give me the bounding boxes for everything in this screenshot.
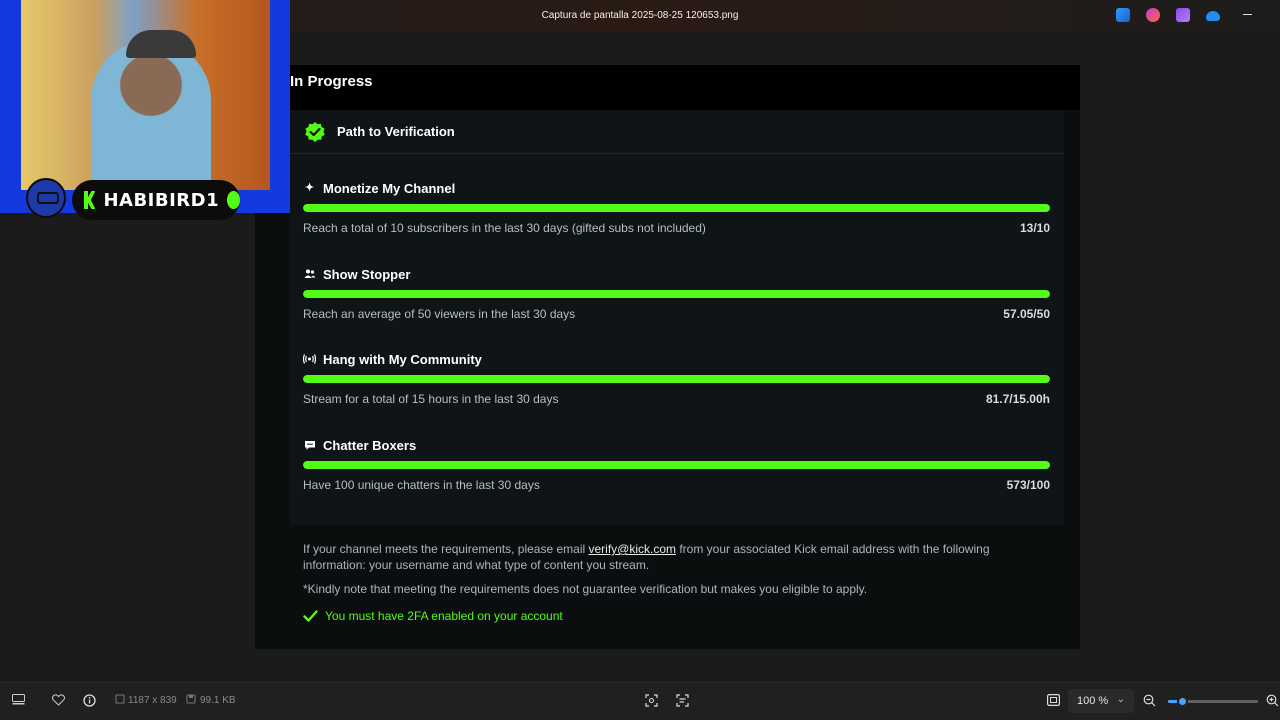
disclaimer-note: *Kindly note that meeting the requiremen… [303,582,868,596]
zoom-slider[interactable] [1168,696,1258,707]
zoom-level-dropdown[interactable]: 100 % ⌄ [1068,689,1134,713]
sparkle-icon: ✦ [304,181,315,194]
kick-logo-icon [84,191,96,209]
filmstrip-icon[interactable] [12,694,25,707]
progress-fill [303,204,1050,212]
progress-bar [303,461,1050,469]
streamer-username: HABIBIRD1 [103,189,220,211]
chevron-down-icon: ⌄ [1116,694,1125,705]
checkmark-icon [303,610,318,622]
streamer-name-tag: HABIBIRD1 [72,180,240,220]
progress-bar [303,375,1050,383]
card-header: Path to Verification [290,110,1064,154]
task-value: 573/100 [1006,478,1050,492]
webcam-video [21,0,270,190]
text-scan-icon[interactable] [676,694,689,707]
image-dimensions: 1187 x 839 [128,695,177,706]
visual-search-icon[interactable] [645,694,658,707]
bottom-toolbar: 1187 x 839 99.1 KB 100 % ⌄ [0,682,1280,720]
broadcast-icon [302,353,317,366]
streamer-cap [126,30,196,58]
fit-to-window-icon[interactable] [1047,694,1061,707]
progress-fill [303,461,1050,469]
chat-icon [303,439,316,452]
dimensions-icon [113,694,126,707]
verification-card: Path to Verification ✦ Monetize My Chann… [290,110,1064,525]
copilot-icon[interactable] [1146,8,1160,22]
streamer-figure [91,40,211,190]
progress-bar [303,290,1050,298]
zoom-level-value: 100 % [1077,695,1109,707]
zoom-slider-thumb[interactable] [1176,696,1188,707]
zoom-in-icon[interactable] [1266,694,1279,707]
progress-bar [303,204,1050,212]
verified-dot-icon [227,191,240,209]
task-name: ✦ Monetize My Channel [304,180,456,196]
onedrive-icon[interactable] [1206,11,1220,21]
task-value: 57.05/50 [1003,307,1050,321]
title-bar-app-icons [1116,8,1220,22]
task-name: Show Stopper [303,266,410,282]
kick-verification-page: In Progress Path to Verification ✦ Monet… [255,65,1080,649]
streamer-avatar [26,178,66,218]
verify-email-link[interactable]: verify@kick.com [588,542,676,556]
zoom-out-icon[interactable] [1143,694,1156,707]
favorite-heart-icon[interactable] [52,694,65,707]
card-title: Path to Verification [337,124,455,139]
clipchamp-icon[interactable] [1116,8,1130,22]
task-name: Hang with My Community [302,351,482,367]
task-name: Chatter Boxers [303,437,416,453]
twofa-requirement: You must have 2FA enabled on your accoun… [303,609,563,623]
task-value: 13/10 [1019,221,1050,235]
requirements-info: If your channel meets the requirements, … [303,542,990,572]
info-icon[interactable] [83,694,96,707]
users-icon [303,268,316,281]
task-description: Reach an average of 50 viewers in the la… [303,307,576,321]
task-description: Have 100 unique chatters in the last 30 … [303,478,540,492]
task-value: 81.7/15.00h [985,392,1050,406]
progress-fill [303,290,1050,298]
section-header: In Progress [255,65,1080,110]
onenote-icon[interactable] [1176,8,1190,22]
verified-badge-icon [305,122,325,142]
minimize-button[interactable] [1240,6,1256,22]
progress-fill [303,375,1050,383]
task-description: Reach a total of 10 subscribers in the l… [303,221,706,235]
filesize-icon [184,694,197,707]
task-description: Stream for a total of 15 hours in the la… [303,392,559,406]
webcam-overlay: HABIBIRD1 [0,0,290,220]
section-title: In Progress [290,73,373,90]
image-filesize: 99.1 KB [200,695,236,706]
